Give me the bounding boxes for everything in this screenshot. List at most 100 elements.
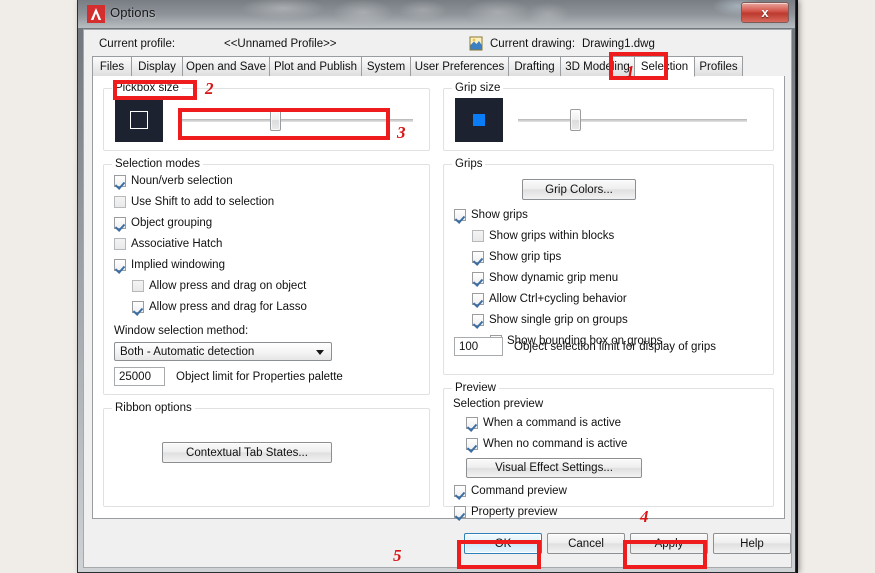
grip-slider-track [518,119,747,122]
close-button[interactable]: x [741,2,789,23]
tab-selection[interactable]: Selection [634,56,695,77]
checkbox-row-show-grips[interactable]: Show grips [454,207,528,223]
pickbox-slider-thumb[interactable] [270,109,281,131]
ribbon-options-caption: Ribbon options [112,402,195,414]
help-button[interactable]: Help [713,533,791,554]
tab-open-and-save[interactable]: Open and Save [182,56,270,77]
grip-slider-thumb[interactable] [570,109,581,131]
selection-preview-label: Selection preview [453,398,544,410]
preview-group: Preview Selection preview When a command… [443,382,774,518]
current-drawing-label: Current drawing: [490,38,576,50]
checkbox-unchecked-icon[interactable] [114,196,126,208]
checkbox-checked-icon[interactable] [466,438,478,450]
checkbox-label: Show grips within blocks [489,230,615,242]
object-limit-input[interactable]: 25000 [114,367,165,386]
window-selection-method-label: Window selection method: [114,325,249,337]
dialog-button-bar: OK Cancel Apply Help [84,522,793,566]
title-bar: Options x [78,0,795,28]
grips-group: Grips Grip Colors... Show grips Show grip… [443,158,774,375]
checkbox-row-show-single-grip-on-groups[interactable]: Show single grip on groups [472,312,628,328]
tab-user-preferences[interactable]: User Preferences [410,56,509,77]
ribbon-options-group: Ribbon options Contextual Tab States... [103,402,430,507]
dialog-client-area: Current profile: <<Unnamed Profile>> Cur… [83,29,792,568]
tab-plot-and-publish[interactable]: Plot and Publish [269,56,362,77]
checkbox-checked-icon[interactable] [472,272,484,284]
checkbox-row-allow-ctrl-cycling-behavior[interactable]: Allow Ctrl+cycling behavior [472,291,627,307]
checkbox-label: Allow press and drag for Lasso [149,301,307,313]
grip-preview-swatch [455,98,503,142]
contextual-tab-states-button[interactable]: Contextual Tab States... [162,442,332,463]
tab-drafting[interactable]: Drafting [508,56,561,77]
object-limit-label: Object limit for Properties palette [176,371,343,383]
checkbox-checked-icon[interactable] [472,293,484,305]
visual-effect-settings-button[interactable]: Visual Effect Settings... [466,458,642,478]
checkbox-row-implied-windowing[interactable]: Implied windowing [114,257,225,273]
checkbox-checked-icon[interactable] [454,485,466,497]
autocad-a-logo-icon [87,5,105,23]
pickbox-size-caption: Pickbox size [112,82,182,94]
checkbox-row-associative-hatch[interactable]: Associative Hatch [114,236,222,252]
checkbox-label: Allow Ctrl+cycling behavior [489,293,627,305]
checkbox-row-when-no-command-is-active[interactable]: When no command is active [466,436,627,452]
current-drawing-value: Drawing1.dwg [582,38,655,50]
checkbox-label: Allow press and drag on object [149,280,307,292]
preview-caption: Preview [452,382,499,394]
checkbox-row-allow-press-and-drag-on-object[interactable]: Allow press and drag on object [132,278,306,294]
window-title: Options [110,5,156,20]
pickbox-preview-swatch [115,98,163,142]
checkbox-checked-icon[interactable] [472,314,484,326]
grip-size-slider[interactable] [518,102,747,138]
grip-colors-button[interactable]: Grip Colors... [522,179,636,200]
checkbox-row-when-a-command-is-active[interactable]: When a command is active [466,415,621,431]
checkbox-label: Property preview [471,506,558,518]
checkbox-row-show-grip-tips[interactable]: Show grip tips [472,249,561,265]
checkbox-row-show-dynamic-grip-menu[interactable]: Show dynamic grip menu [472,270,618,286]
checkbox-unchecked-icon[interactable] [132,280,144,292]
tab-3d-modeling[interactable]: 3D Modeling [560,56,635,77]
checkbox-unchecked-icon[interactable] [114,238,126,250]
checkbox-checked-icon[interactable] [466,417,478,429]
checkbox-checked-icon[interactable] [132,301,144,313]
tab-strip: Files Display Open and Save Plot and Publis… [92,56,785,77]
object-limit-value: 25000 [119,370,151,383]
checkbox-row-use-shift-to-add-to-selection[interactable]: Use Shift to add to selection [114,194,274,210]
apply-button[interactable]: Apply [630,533,708,554]
checkbox-checked-icon[interactable] [454,209,466,221]
pickbox-slider-track [178,119,413,122]
profile-header: Current profile: <<Unnamed Profile>> Cur… [84,34,791,56]
checkbox-label: Implied windowing [131,259,225,271]
grip-selection-limit-label: Object selection limit for display of gr… [514,341,716,353]
pickbox-size-group: Pickbox size [103,82,430,151]
checkbox-row-object-grouping[interactable]: Object grouping [114,215,212,231]
ok-button[interactable]: OK [464,533,542,554]
checkbox-row-property-preview[interactable]: Property preview [454,504,557,520]
checkbox-row-show-grips-within-blocks[interactable]: Show grips within blocks [472,228,614,244]
checkbox-checked-icon[interactable] [114,217,126,229]
tab-files[interactable]: Files [92,56,132,77]
chevron-down-icon [316,349,324,355]
checkbox-unchecked-icon[interactable] [472,230,484,242]
checkbox-label: When no command is active [483,438,628,450]
selection-tab-page: Pickbox size Selection modes Noun/verb s… [92,76,785,519]
checkbox-label: Associative Hatch [131,238,223,250]
tab-system[interactable]: System [361,56,411,77]
checkbox-row-noun-verb-selection[interactable]: Noun/verb selection [114,173,233,189]
checkbox-row-allow-press-and-drag-for-lasso[interactable]: Allow press and drag for Lasso [132,299,307,315]
checkbox-label: Show single grip on groups [489,314,628,326]
checkbox-checked-icon[interactable] [472,251,484,263]
pickbox-size-slider[interactable] [178,102,413,138]
grip-selection-limit-input[interactable]: 100 [454,337,503,356]
checkbox-checked-icon[interactable] [114,175,126,187]
checkbox-row-command-preview[interactable]: Command preview [454,483,567,499]
checkbox-checked-icon[interactable] [114,259,126,271]
selection-modes-group: Selection modes Noun/verb selection Use S… [103,158,430,395]
checkbox-checked-icon[interactable] [454,506,466,518]
checkbox-label: Show grip tips [489,251,562,263]
selection-modes-caption: Selection modes [112,158,204,170]
tab-display[interactable]: Display [131,56,183,77]
grip-selection-limit-value: 100 [459,340,479,353]
grip-preview-square [473,114,485,126]
tab-profiles[interactable]: Profiles [694,56,743,77]
window-selection-method-combo[interactable]: Both - Automatic detection [114,342,332,361]
cancel-button[interactable]: Cancel [547,533,625,554]
